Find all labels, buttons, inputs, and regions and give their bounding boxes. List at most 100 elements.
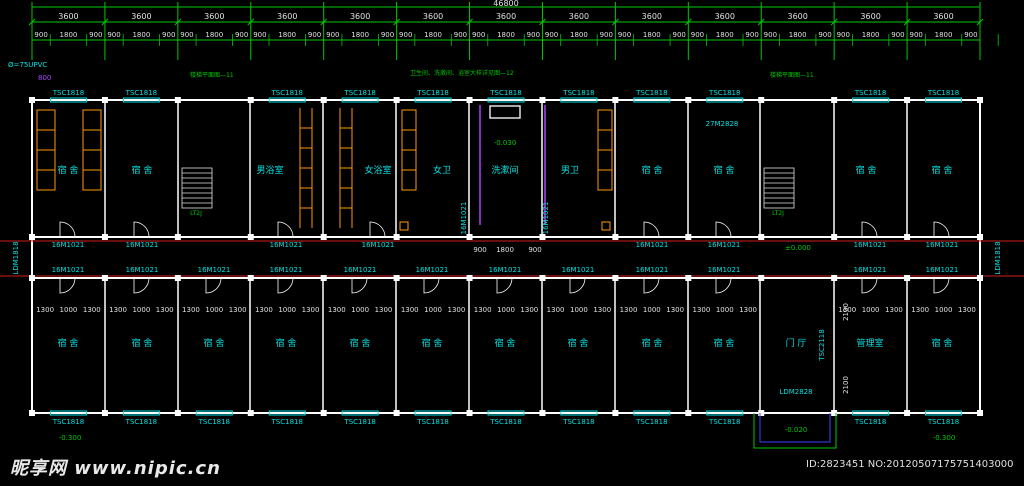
room-label-north: 女浴室	[364, 164, 391, 176]
column	[320, 275, 327, 281]
door-code: 16M1021	[926, 266, 959, 274]
column	[831, 234, 838, 240]
door-swing	[496, 277, 513, 294]
column	[977, 97, 983, 103]
corridor-dimension: 1000	[424, 306, 442, 314]
column	[320, 410, 327, 416]
tsc-entry: TSC2118	[818, 329, 826, 361]
north-window-code: TSC1818	[271, 89, 303, 97]
column	[101, 234, 108, 240]
pipe-note-2: 800	[38, 74, 51, 82]
column	[539, 275, 546, 281]
door-code: 16M1021	[926, 241, 959, 249]
door-code: 16M1021	[52, 241, 85, 249]
north-window-code: TSC1818	[708, 89, 740, 97]
column	[29, 275, 35, 281]
door-swing	[933, 221, 950, 238]
dim-2100-b: 2100	[842, 376, 850, 394]
bay-dimension: 3600	[569, 12, 589, 21]
room-label-north: 男浴室	[256, 164, 283, 176]
door-code: 16M1021	[362, 241, 395, 249]
sub-dimension: 900	[107, 31, 120, 39]
stair-tag-right: LT2J	[772, 210, 784, 217]
column	[393, 275, 400, 281]
corridor-dimension: 1300	[229, 306, 247, 314]
bay-dimension: 3600	[423, 12, 443, 21]
door-swing	[861, 277, 878, 294]
column	[101, 410, 108, 416]
column	[612, 410, 619, 416]
corridor-dimension: 1300	[255, 306, 273, 314]
column	[247, 234, 254, 240]
corridor-dimension: 1000	[60, 306, 78, 314]
door-swing	[369, 221, 386, 238]
column	[174, 410, 181, 416]
sub-dimension: 900	[910, 31, 923, 39]
sub-dimension: 1800	[424, 31, 442, 39]
column	[612, 234, 619, 240]
sub-dimension: 900	[180, 31, 193, 39]
bay-dimension: 3600	[496, 12, 516, 21]
corridor-dimension: 1300	[911, 306, 929, 314]
sub-dimension: 1800	[351, 31, 369, 39]
door-swing	[715, 221, 732, 238]
sub-dimension: 1800	[205, 31, 223, 39]
corridor-dimension: 1300	[182, 306, 200, 314]
sub-dimension: 900	[253, 31, 266, 39]
level-out-left: -0.300	[59, 434, 82, 442]
south-window-code: TSC1818	[708, 418, 740, 426]
door-code: 16M1021	[52, 266, 85, 274]
door-swing	[133, 277, 150, 294]
corridor-dimension: 1300	[328, 306, 346, 314]
corridor-dimension: 1300	[375, 306, 393, 314]
bay-dimension: 3600	[204, 12, 224, 21]
level-out-right: -0.300	[933, 434, 956, 442]
pipe-note: Ø=75UPVC	[8, 61, 47, 69]
room-label-south: 宿 舍	[58, 337, 79, 349]
room-label-south: 管理室	[856, 337, 883, 349]
column	[685, 234, 692, 240]
bay-dimension: 3600	[277, 12, 297, 21]
room-label-south: 宿 舍	[642, 337, 663, 349]
stair-right	[763, 167, 795, 209]
toilet-note: 卫生间、洗漱间、浴室大样详见图—12	[410, 69, 514, 77]
north-window-code: TSC1818	[343, 89, 375, 97]
south-window-code: TSC1818	[343, 418, 375, 426]
corridor-dimension: 1000	[278, 306, 296, 314]
overall-dimension-label: 46800	[493, 0, 518, 8]
bay-dimension: 3600	[350, 12, 370, 21]
north-window-code: TSC1818	[562, 89, 594, 97]
corridor-dimension: 1300	[36, 306, 54, 314]
south-window-code: TSC1818	[52, 418, 84, 426]
bay-dimension: 3600	[131, 12, 151, 21]
column	[685, 410, 692, 416]
door-code: 16M1021	[562, 266, 595, 274]
south-window-code: TSC1818	[489, 418, 521, 426]
room-label-north: 宿 舍	[132, 164, 153, 176]
ldm-right: LDM1818	[994, 241, 1002, 274]
door-27: 27M2828	[706, 120, 739, 128]
shower-stalls-men	[299, 108, 353, 228]
column	[393, 234, 400, 240]
sub-dimension: 900	[673, 31, 686, 39]
corridor-dimension: 1000	[862, 306, 880, 314]
door-code: 16M1021	[708, 266, 741, 274]
door-swing	[59, 221, 76, 238]
column	[466, 410, 473, 416]
room-label-north: 洗漱间	[491, 164, 518, 176]
door-code: 16M1021	[344, 266, 377, 274]
sub-dimension: 900	[235, 31, 248, 39]
column	[904, 275, 911, 281]
corridor-dimension: 1300	[302, 306, 320, 314]
door-swing	[715, 277, 732, 294]
corridor-dimension: 1300	[156, 306, 174, 314]
corridor-dimension: 1300	[520, 306, 538, 314]
south-window-code: TSC1818	[198, 418, 230, 426]
door-code: 16M1021	[198, 266, 231, 274]
sub-dimension: 900	[618, 31, 631, 39]
room-label-north: 宿 舍	[642, 164, 663, 176]
column	[466, 275, 473, 281]
room-label-south: 宿 舍	[568, 337, 589, 349]
corridor-dimension: 1300	[958, 306, 976, 314]
mid-door-b: 16M1021	[542, 202, 550, 235]
